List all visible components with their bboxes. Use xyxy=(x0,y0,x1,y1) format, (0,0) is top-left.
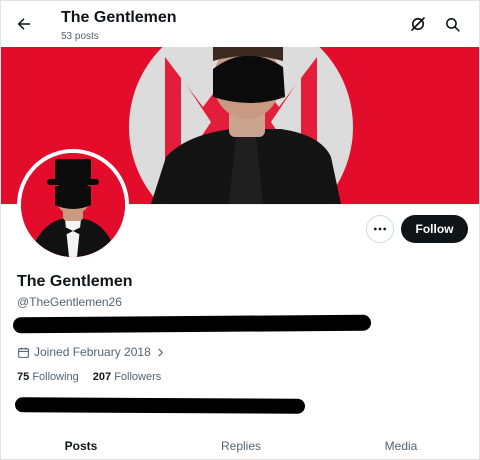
following-stat[interactable]: 75 Following xyxy=(17,371,79,383)
calendar-icon xyxy=(18,347,29,358)
search-icon xyxy=(445,17,460,32)
profile-page: The Gentlemen 53 posts Follow The Gentle… xyxy=(0,0,480,460)
profile-tabs: Posts Replies Media xyxy=(1,429,479,459)
search-button[interactable] xyxy=(441,13,463,35)
tab-replies[interactable]: Replies xyxy=(161,429,321,459)
handle: @TheGentlemen26 xyxy=(17,295,122,309)
more-button[interactable] xyxy=(366,215,394,243)
avatar[interactable] xyxy=(17,149,129,261)
joined-date[interactable]: Joined February 2018 xyxy=(17,345,166,359)
joined-label: Joined February 2018 xyxy=(34,345,151,359)
back-arrow-icon xyxy=(17,18,30,30)
redacted-text xyxy=(14,397,306,414)
back-button[interactable] xyxy=(11,11,37,37)
more-horizontal-icon xyxy=(374,227,386,231)
header-title: The Gentlemen xyxy=(61,9,177,26)
following-label: Following xyxy=(32,371,79,383)
followers-label: Followers xyxy=(114,371,162,383)
avatar-image xyxy=(21,153,125,257)
follow-button[interactable]: Follow xyxy=(401,215,468,243)
redacted-bio xyxy=(12,314,372,334)
tab-media[interactable]: Media xyxy=(321,429,479,459)
following-count: 75 xyxy=(17,371,30,383)
tab-posts[interactable]: Posts xyxy=(1,429,161,459)
followers-count: 207 xyxy=(92,371,112,383)
followers-stat[interactable]: 207 Followers xyxy=(93,371,162,383)
profile-header: The Gentlemen 53 posts xyxy=(1,1,479,47)
posts-count: 53 posts xyxy=(61,31,99,42)
grok-icon xyxy=(411,17,425,31)
display-name: The Gentlemen xyxy=(17,273,133,290)
grok-button[interactable] xyxy=(407,13,429,35)
chevron-right-icon xyxy=(157,347,163,357)
follow-stats: 75 Following 207 Followers xyxy=(17,371,161,383)
